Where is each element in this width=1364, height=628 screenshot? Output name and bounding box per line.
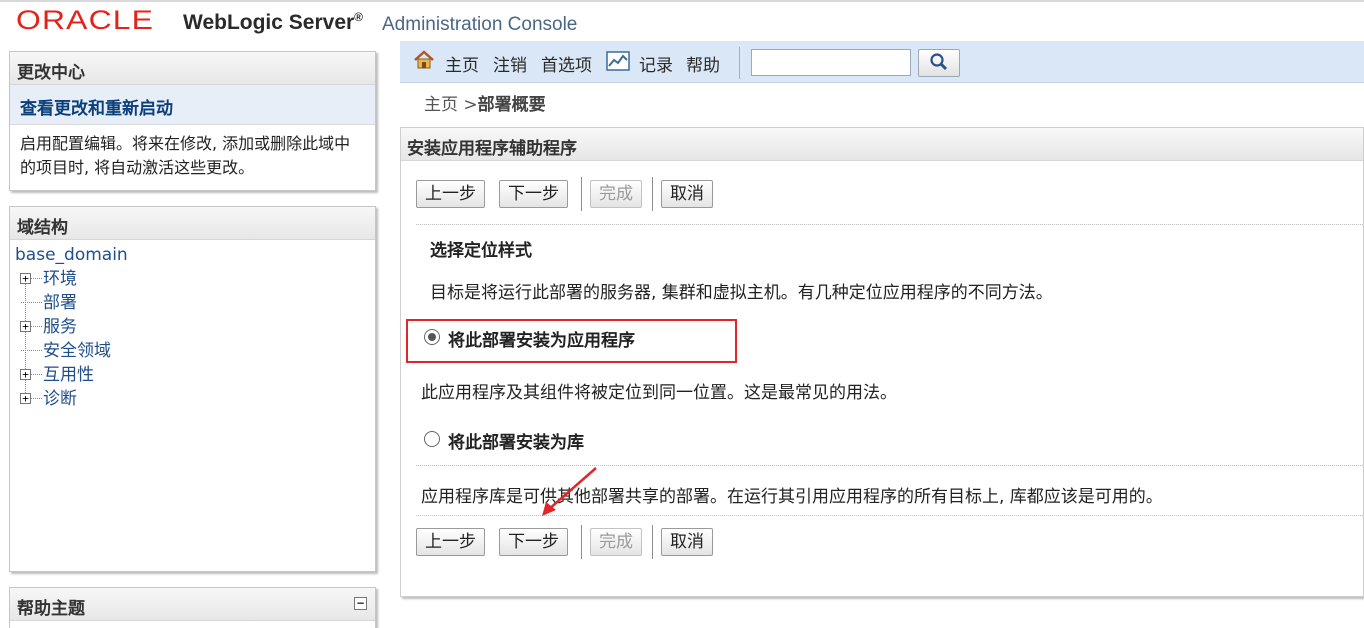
button-divider	[581, 525, 582, 559]
breadcrumb-current: 部署概要	[477, 95, 546, 115]
change-center-panel: 更改中心 查看更改和重新启动 启用配置编辑。将来在修改, 添加或删除此域中的项目…	[9, 51, 376, 191]
next-button-top[interactable]: 下一步	[499, 180, 568, 208]
finish-button-top: 完成	[590, 180, 642, 208]
expand-icon[interactable]: +	[20, 273, 31, 284]
console-subtitle: Administration Console	[382, 14, 578, 35]
tree-item-environment[interactable]: + 环境	[15, 267, 370, 291]
annotation-arrow-icon	[542, 467, 597, 516]
logout-link[interactable]: 注销	[493, 51, 527, 76]
finish-button-bottom: 完成	[590, 528, 642, 556]
domain-structure-panel: 域结构 base_domain + 环境 部署 + 服务 安全领域 + 互用性 …	[9, 206, 376, 572]
radio-install-as-application[interactable]	[424, 329, 440, 345]
back-button-top[interactable]: 上一步	[416, 180, 485, 208]
cancel-button-top[interactable]: 取消	[661, 180, 713, 208]
toolbar-divider	[739, 47, 740, 79]
option-application-label[interactable]: 将此部署安装为应用程序	[448, 326, 635, 351]
record-icon[interactable]	[606, 51, 630, 71]
change-center-title: 更改中心	[10, 52, 375, 85]
collapse-icon[interactable]: −	[354, 597, 367, 610]
tree-item-services[interactable]: + 服务	[15, 315, 370, 339]
home-link[interactable]: 主页	[445, 51, 479, 76]
help-topics-title: 帮助主题 −	[10, 588, 375, 621]
preferences-link[interactable]: 首选项	[541, 51, 592, 76]
search-icon	[930, 52, 948, 70]
breadcrumb: 主页 >部署概要	[424, 95, 546, 115]
button-divider	[581, 177, 582, 211]
option-library-label[interactable]: 将此部署安装为库	[448, 428, 584, 453]
domain-structure-title: 域结构	[10, 207, 375, 240]
change-center-description: 启用配置编辑。将来在修改, 添加或删除此域中的项目时, 将自动激活这些更改。	[20, 134, 351, 177]
breadcrumb-home[interactable]: 主页	[424, 95, 458, 115]
help-link[interactable]: 帮助	[686, 51, 720, 76]
expand-icon[interactable]: +	[20, 369, 31, 380]
back-button-bottom[interactable]: 上一步	[416, 528, 485, 556]
oracle-logo: ORACLE	[16, 5, 155, 35]
tree-root-base-domain[interactable]: base_domain	[15, 243, 370, 267]
cancel-button-bottom[interactable]: 取消	[661, 528, 713, 556]
domain-tree: base_domain + 环境 部署 + 服务 安全领域 + 互用性 + 诊断	[10, 240, 375, 414]
expand-icon[interactable]: +	[20, 393, 31, 404]
search-button[interactable]	[918, 49, 960, 77]
tree-item-diagnostics[interactable]: + 诊断	[15, 387, 370, 411]
option-application-description: 此应用程序及其组件将被定位到同一位置。这是最常见的用法。	[421, 383, 897, 403]
wizard-title: 安装应用程序辅助程序	[401, 128, 1363, 161]
global-toolbar: 主页 注销 首选项 记录 帮助	[400, 41, 1364, 83]
search-input[interactable]	[751, 49, 911, 76]
app-header: ORACLE WebLogic Server® Administration C…	[0, 2, 1364, 46]
next-button-bottom[interactable]: 下一步	[499, 528, 568, 556]
radio-install-as-library[interactable]	[424, 431, 440, 447]
button-divider	[652, 525, 653, 559]
product-name: WebLogic Server®	[183, 10, 364, 34]
view-changes-restart-link[interactable]: 查看更改和重新启动	[10, 85, 375, 125]
help-topics-panel: 帮助主题 −	[9, 587, 376, 628]
button-divider	[652, 177, 653, 211]
expand-icon[interactable]: +	[20, 321, 31, 332]
dotted-divider	[416, 224, 1364, 225]
tree-item-deployments[interactable]: 部署	[15, 291, 370, 315]
home-icon[interactable]	[413, 49, 435, 71]
section-description: 目标是将运行此部署的服务器, 集群和虚拟主机。有几种定位应用程序的不同方法。	[430, 283, 1053, 303]
record-link[interactable]: 记录	[639, 51, 673, 76]
section-heading: 选择定位样式	[430, 241, 532, 261]
tree-item-security-realms[interactable]: 安全领域	[15, 339, 370, 363]
tree-item-interoperability[interactable]: + 互用性	[15, 363, 370, 387]
